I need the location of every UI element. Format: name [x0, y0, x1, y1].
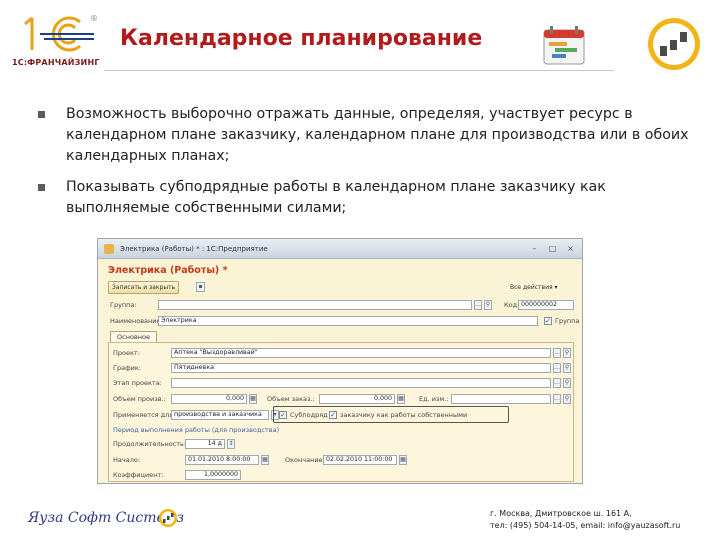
- save-and-close-button[interactable]: Записать и закрыть: [108, 281, 180, 294]
- calendar-icon: [543, 26, 585, 65]
- group-select-icon[interactable]: …: [474, 300, 482, 310]
- project-select-icon[interactable]: …: [553, 348, 561, 358]
- contact-line: тел: (495) 504-14-05, email: info@yauzas…: [490, 521, 681, 530]
- form-heading: Электрика (Работы) *: [108, 265, 228, 276]
- start-calendar-icon[interactable]: ▦: [261, 455, 269, 465]
- volume-order-label: Объем заказ.:: [267, 395, 315, 403]
- registered-mark-icon: ®: [90, 14, 98, 23]
- group-checkbox[interactable]: ✓: [544, 317, 552, 325]
- franchising-logo: ® 1С:ФРАНЧАЙЗИНГ: [10, 12, 102, 74]
- logo-subtitle: 1С:ФРАНЧАЙЗИНГ: [12, 58, 100, 67]
- start-label: Начало:: [113, 456, 141, 464]
- brand-logo-icon: [159, 509, 177, 527]
- bullet-item: Возможность выборочно отражать данные, о…: [36, 104, 706, 167]
- group-label: Группа:: [110, 301, 137, 309]
- close-icon[interactable]: ×: [566, 244, 575, 253]
- bullet-text: Показывать субподрядные работы в календа…: [66, 179, 606, 216]
- group-input[interactable]: [158, 300, 472, 310]
- maximize-icon[interactable]: □: [548, 244, 557, 253]
- group-open-icon[interactable]: ⚲: [484, 300, 492, 310]
- 1c-logo-icon: [24, 16, 94, 52]
- window-titlebar: Электрика (Работы) * : 1С:Предприятие – …: [98, 239, 582, 259]
- volume-plan-calc-icon[interactable]: ▦: [249, 394, 257, 404]
- schedule-open-icon[interactable]: ⚲: [563, 363, 571, 373]
- bullet-item: Показывать субподрядные работы в календа…: [36, 177, 706, 219]
- window-title: Электрика (Работы) * : 1С:Предприятие: [120, 245, 268, 253]
- page-title: Календарное планирование: [120, 26, 483, 51]
- coefficient-input[interactable]: 1,0000000: [185, 470, 241, 480]
- unit-select-icon[interactable]: …: [553, 394, 561, 404]
- minimize-icon[interactable]: –: [530, 244, 539, 253]
- code-input[interactable]: 000000002: [518, 300, 574, 310]
- bullet-marker-icon: [38, 184, 45, 191]
- end-label: Окончание:: [285, 456, 325, 464]
- own-forces-checkbox[interactable]: ✓: [329, 411, 337, 419]
- volume-order-input[interactable]: 0,000: [319, 394, 395, 404]
- schedule-label: График:: [113, 364, 141, 372]
- project-label: Проект:: [113, 349, 140, 357]
- stage-open-icon[interactable]: ⚲: [563, 378, 571, 388]
- start-input[interactable]: 01.01.2010 8:00:00: [185, 455, 259, 465]
- footer-address: г. Москва, Дмитровское ш. 161 А, тел: (4…: [490, 508, 680, 532]
- bullet-list: Возможность выборочно отражать данные, о…: [36, 104, 706, 229]
- code-label: Код:: [504, 301, 520, 309]
- duration-spin-icon[interactable]: ↕: [227, 439, 235, 449]
- title-divider: [104, 70, 614, 71]
- stage-select-icon[interactable]: …: [553, 378, 561, 388]
- duration-input[interactable]: 14 д: [185, 439, 225, 449]
- stage-input[interactable]: [171, 378, 551, 388]
- end-calendar-icon[interactable]: ▦: [399, 455, 407, 465]
- work-form-window: Электрика (Работы) * : 1С:Предприятие – …: [97, 238, 583, 484]
- app-window-icon: [104, 244, 114, 254]
- unit-label: Ед. изм.:: [419, 395, 449, 403]
- coefficient-label: Коэффициент:: [113, 471, 164, 479]
- own-forces-label: заказчику как работы собственными: [340, 411, 468, 419]
- volume-order-calc-icon[interactable]: ▦: [397, 394, 405, 404]
- period-section-title: Период выполнения работы (для производст…: [113, 426, 280, 434]
- main-tab-panel: Проект: Аптека "Выздоравливай" … ⚲ Графи…: [108, 342, 574, 482]
- unit-open-icon[interactable]: ⚲: [563, 394, 571, 404]
- project-open-icon[interactable]: ⚲: [563, 348, 571, 358]
- duration-label: Продолжительность:: [113, 440, 187, 448]
- address-line: г. Москва, Дмитровское ш. 161 А,: [490, 509, 632, 518]
- all-actions-menu[interactable]: Все действия ▾: [506, 281, 562, 294]
- subcontract-label: Субподряд: [290, 411, 328, 419]
- unit-input[interactable]: [451, 394, 551, 404]
- subcontract-checkbox[interactable]: ✓: [279, 411, 287, 419]
- schedule-select-icon[interactable]: …: [553, 363, 561, 373]
- volume-plan-input[interactable]: 0,000: [171, 394, 247, 404]
- schedule-input[interactable]: Пятидневка: [171, 363, 551, 373]
- volume-plan-label: Объем произв.:: [113, 395, 166, 403]
- chart-app-icon: [648, 18, 700, 70]
- group-checkbox-label: Группа: [555, 317, 580, 325]
- name-label: Наименование:: [110, 317, 163, 325]
- end-input[interactable]: 02.02.2010 11:00:00: [323, 455, 397, 465]
- project-input[interactable]: Аптека "Выздоравливай": [171, 348, 551, 358]
- bullet-marker-icon: [38, 111, 45, 118]
- applies-select[interactable]: производства и заказчика: [171, 410, 269, 420]
- stage-label: Этап проекта:: [113, 379, 162, 387]
- footer: Яуза Софт Системз г. Москва, Дмитровское…: [0, 492, 720, 540]
- name-input[interactable]: Электрика: [158, 316, 538, 326]
- bullet-text: Возможность выборочно отражать данные, о…: [66, 106, 689, 164]
- save-icon[interactable]: ▪: [196, 282, 205, 292]
- applies-label: Применяется для:: [113, 411, 176, 419]
